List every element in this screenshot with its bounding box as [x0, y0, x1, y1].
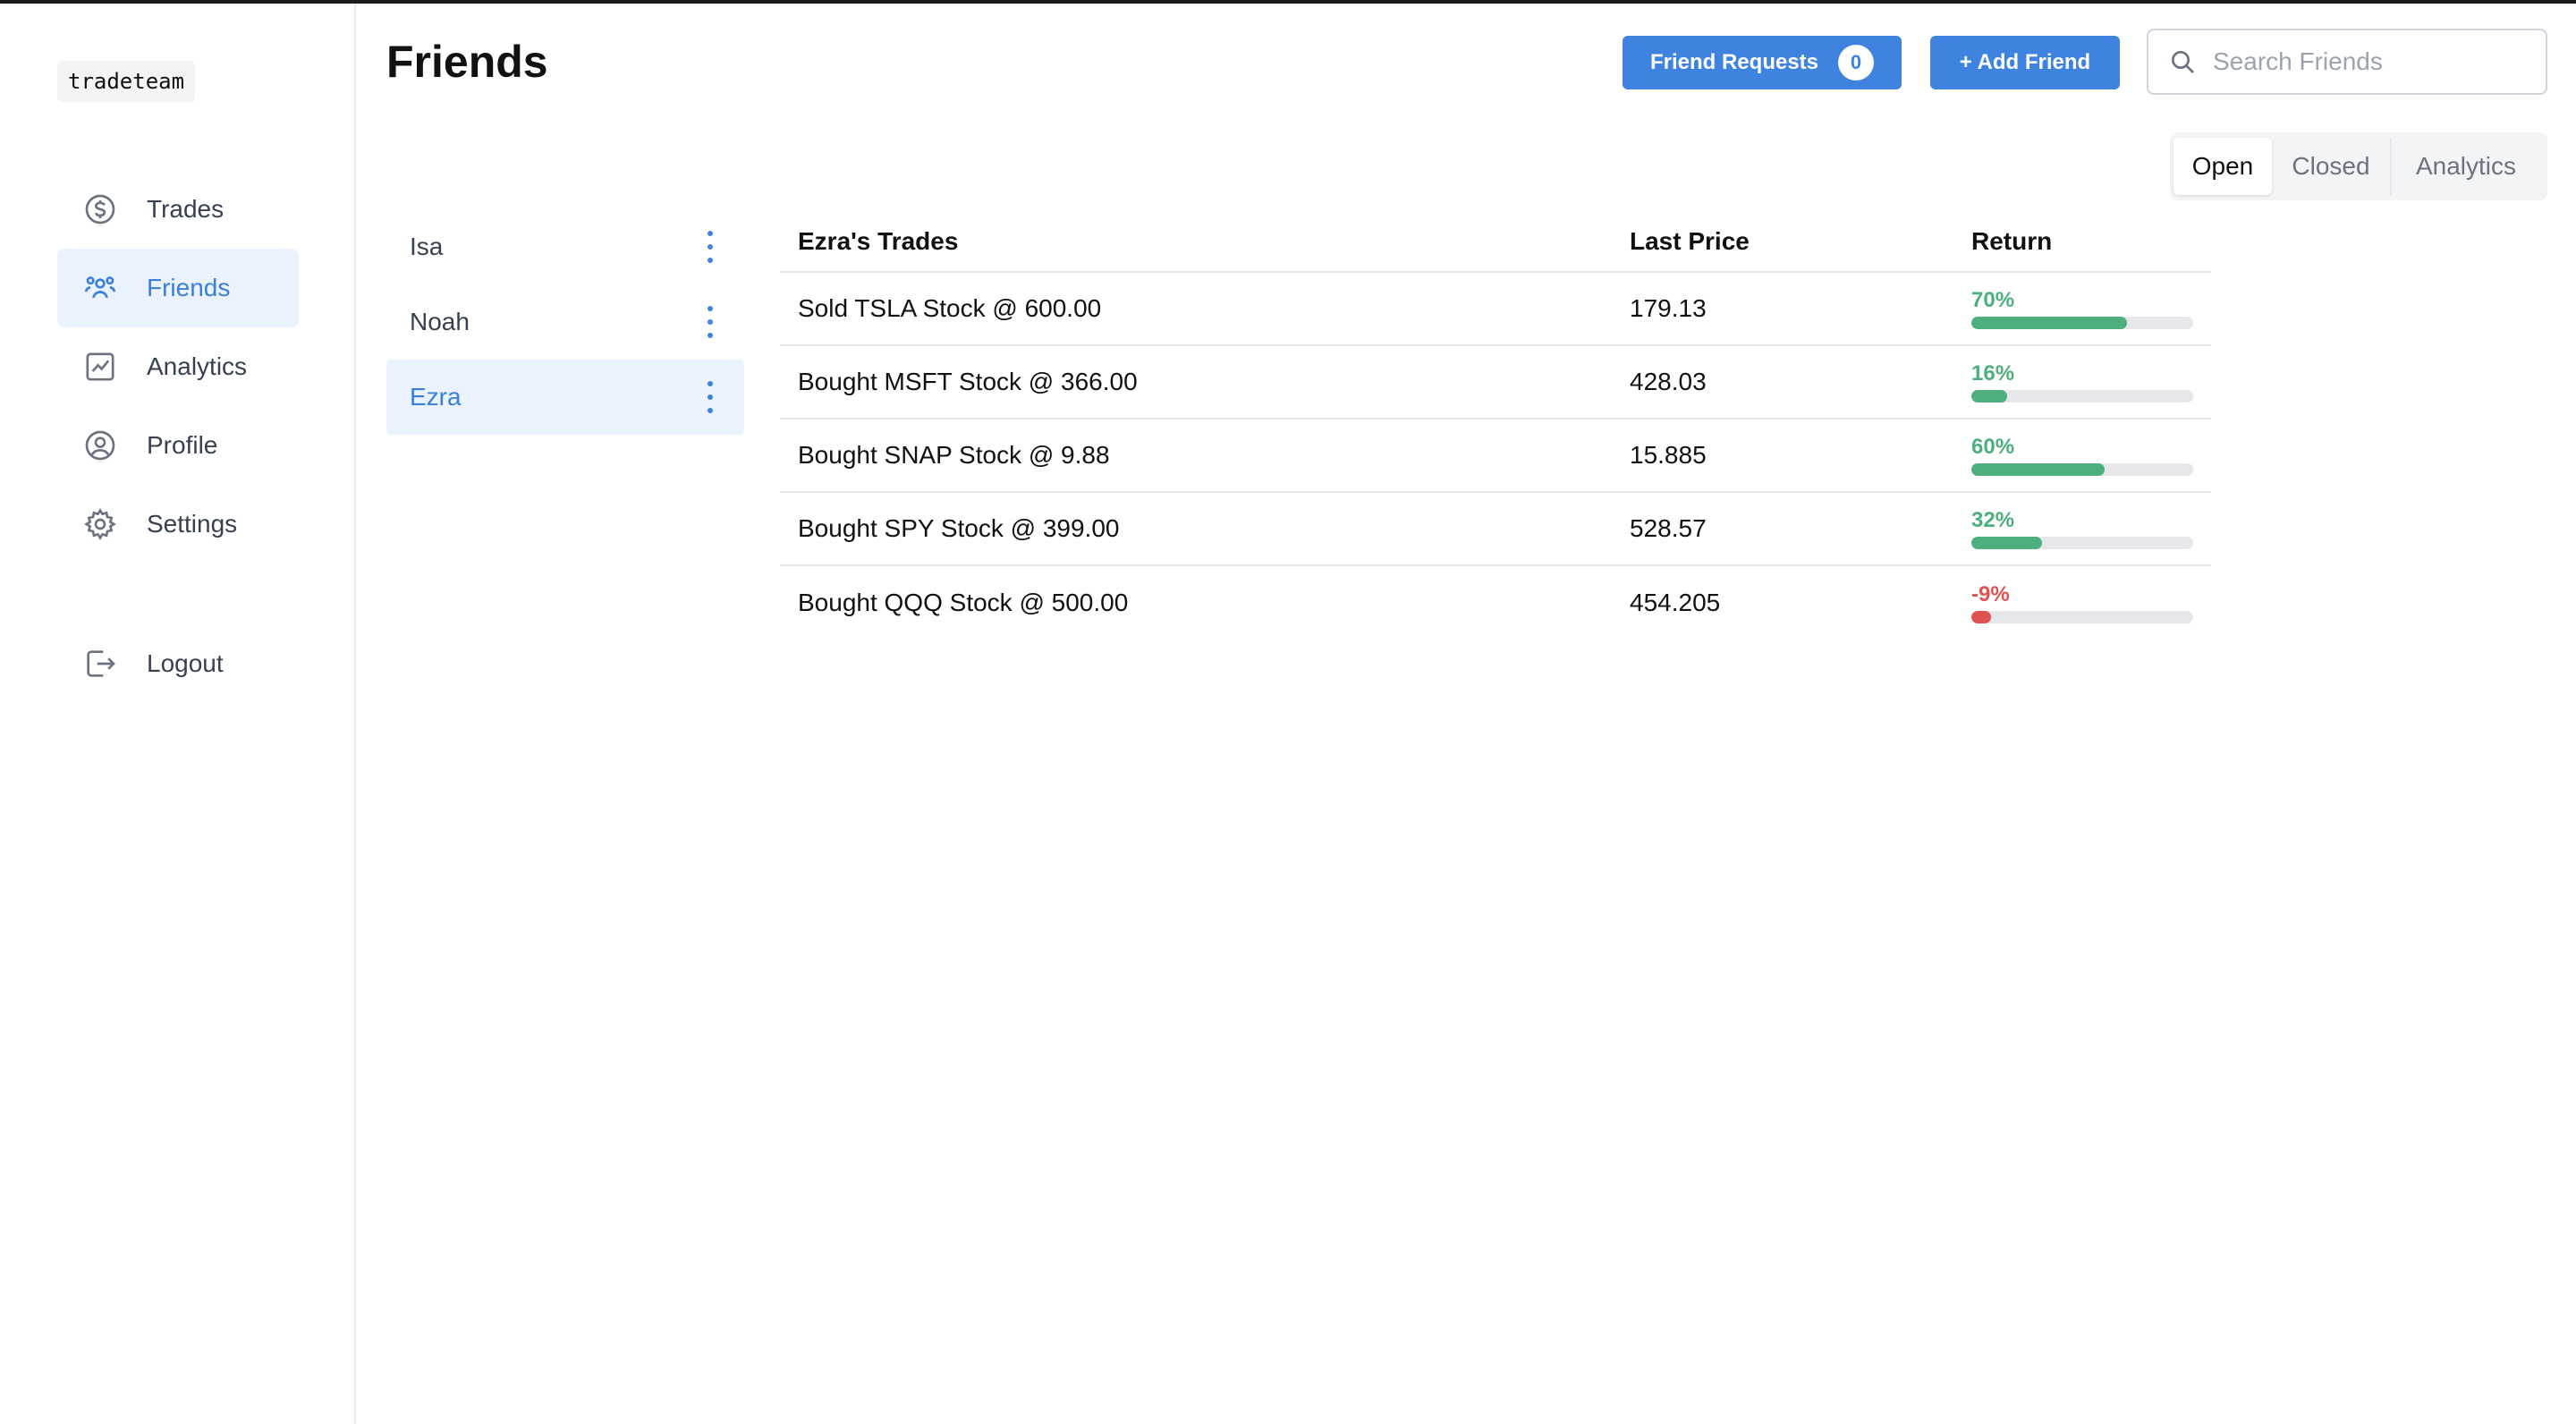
sidebar-item-trades[interactable]: Trades — [57, 170, 299, 249]
table-row[interactable]: Bought QQQ Stock @ 500.00 454.205 -9% — [780, 565, 2211, 639]
return-bar — [1971, 537, 2193, 549]
last-price: 179.13 — [1612, 272, 1953, 346]
search-box — [2147, 29, 2547, 95]
return-bar-fill — [1971, 463, 2105, 476]
sidebar-item-label: Friends — [147, 274, 231, 301]
friend-requests-label: Friend Requests — [1649, 50, 1819, 74]
column-header-trades: Ezra's Trades — [780, 211, 1612, 273]
return-percent: 60% — [1971, 435, 2015, 459]
sidebar-item-label: Profile — [147, 431, 218, 459]
column-header-last-price: Last Price — [1612, 211, 1953, 273]
sidebar-item-label: Logout — [147, 649, 224, 677]
return-bar — [1971, 390, 2193, 403]
friend-requests-count-badge: 0 — [1838, 45, 1875, 81]
friend-name: Ezra — [410, 383, 462, 411]
table-row[interactable]: Bought MSFT Stock @ 366.00 428.03 16% — [780, 345, 2211, 420]
friend-name: Noah — [410, 308, 470, 335]
user-circle-icon — [82, 428, 118, 463]
return-cell: -9% — [1953, 565, 2211, 639]
return-bar — [1971, 317, 2193, 329]
return-percent: 32% — [1971, 508, 2015, 532]
search-friends-input[interactable] — [2213, 47, 2535, 76]
dollar-circle-icon — [82, 191, 118, 227]
sidebar-item-logout[interactable]: Logout — [57, 624, 299, 703]
sidebar: tradeteam Trades Friends Analytics Profi… — [0, 4, 356, 1424]
trade-description: Sold TSLA Stock @ 600.00 — [780, 272, 1612, 346]
sidebar-item-settings[interactable]: Settings — [57, 485, 299, 564]
return-cell: 32% — [1953, 492, 2211, 566]
app-logo[interactable]: tradeteam — [57, 61, 196, 102]
friend-name: Isa — [410, 233, 444, 260]
last-price: 428.03 — [1612, 345, 1953, 420]
sidebar-item-profile[interactable]: Profile — [57, 406, 299, 485]
tab-open[interactable]: Open — [2174, 138, 2272, 195]
friend-requests-button[interactable]: Friend Requests 0 — [1623, 36, 1902, 89]
last-price: 15.885 — [1612, 419, 1953, 493]
table-header-row: Ezra's Trades Last Price Return — [780, 211, 2211, 273]
return-percent: -9% — [1971, 581, 2010, 606]
chart-line-icon — [82, 349, 118, 385]
window-top-border — [0, 0, 2576, 4]
return-bar-fill — [1971, 537, 2043, 549]
more-vertical-icon[interactable] — [699, 227, 721, 267]
trades-table: Ezra's Trades Last Price Return Sold TSL… — [780, 211, 2211, 639]
friend-item-ezra[interactable]: Ezra — [386, 360, 744, 435]
logout-section: Logout — [57, 624, 299, 703]
more-vertical-icon[interactable] — [699, 377, 721, 417]
table-row[interactable]: Bought SPY Stock @ 399.00 528.57 32% — [780, 492, 2211, 566]
return-percent: 16% — [1971, 361, 2015, 386]
sidebar-item-analytics[interactable]: Analytics — [57, 327, 299, 406]
page-title: Friends — [386, 37, 548, 87]
add-friend-button[interactable]: + Add Friend — [1930, 36, 2120, 89]
gear-icon — [82, 506, 118, 542]
sidebar-item-label: Settings — [147, 510, 238, 538]
more-vertical-icon[interactable] — [699, 302, 721, 342]
return-bar-fill — [1971, 317, 2127, 329]
last-price: 454.205 — [1630, 588, 1721, 616]
trade-status-tabs: Open Closed Analytics — [2170, 132, 2547, 200]
table-row[interactable]: Bought SNAP Stock @ 9.88 15.885 60% — [780, 419, 2211, 493]
return-bar — [1971, 610, 2193, 623]
sidebar-nav: Trades Friends Analytics Profile Setting… — [57, 170, 299, 564]
return-cell: 70% — [1953, 272, 2211, 346]
trade-description: Bought SNAP Stock @ 9.88 — [780, 419, 1612, 493]
return-bar-fill — [1971, 610, 1992, 623]
return-percent: 70% — [1971, 288, 2015, 312]
logout-icon — [82, 646, 118, 682]
users-icon — [82, 270, 118, 306]
column-header-return: Return — [1953, 211, 2211, 273]
last-price: 528.57 — [1612, 492, 1953, 566]
search-icon — [2168, 47, 2197, 76]
friends-list: Isa Noah Ezra — [386, 209, 744, 435]
sidebar-item-friends[interactable]: Friends — [57, 249, 299, 327]
tab-analytics[interactable]: Analytics — [2392, 138, 2540, 195]
trade-description: Bought QQQ Stock @ 500.00 — [798, 588, 1129, 616]
sidebar-item-label: Analytics — [147, 352, 248, 380]
return-cell: 16% — [1953, 345, 2211, 420]
tab-closed[interactable]: Closed — [2272, 138, 2392, 195]
return-bar — [1971, 463, 2193, 476]
friend-item-noah[interactable]: Noah — [386, 284, 744, 360]
return-cell: 60% — [1953, 419, 2211, 493]
sidebar-item-label: Trades — [147, 195, 225, 223]
friend-item-isa[interactable]: Isa — [386, 209, 744, 284]
return-bar-fill — [1971, 390, 2007, 403]
trade-description: Bought SPY Stock @ 399.00 — [780, 492, 1612, 566]
table-row[interactable]: Sold TSLA Stock @ 600.00 179.13 70% — [780, 272, 2211, 346]
trade-description: Bought MSFT Stock @ 366.00 — [780, 345, 1612, 420]
